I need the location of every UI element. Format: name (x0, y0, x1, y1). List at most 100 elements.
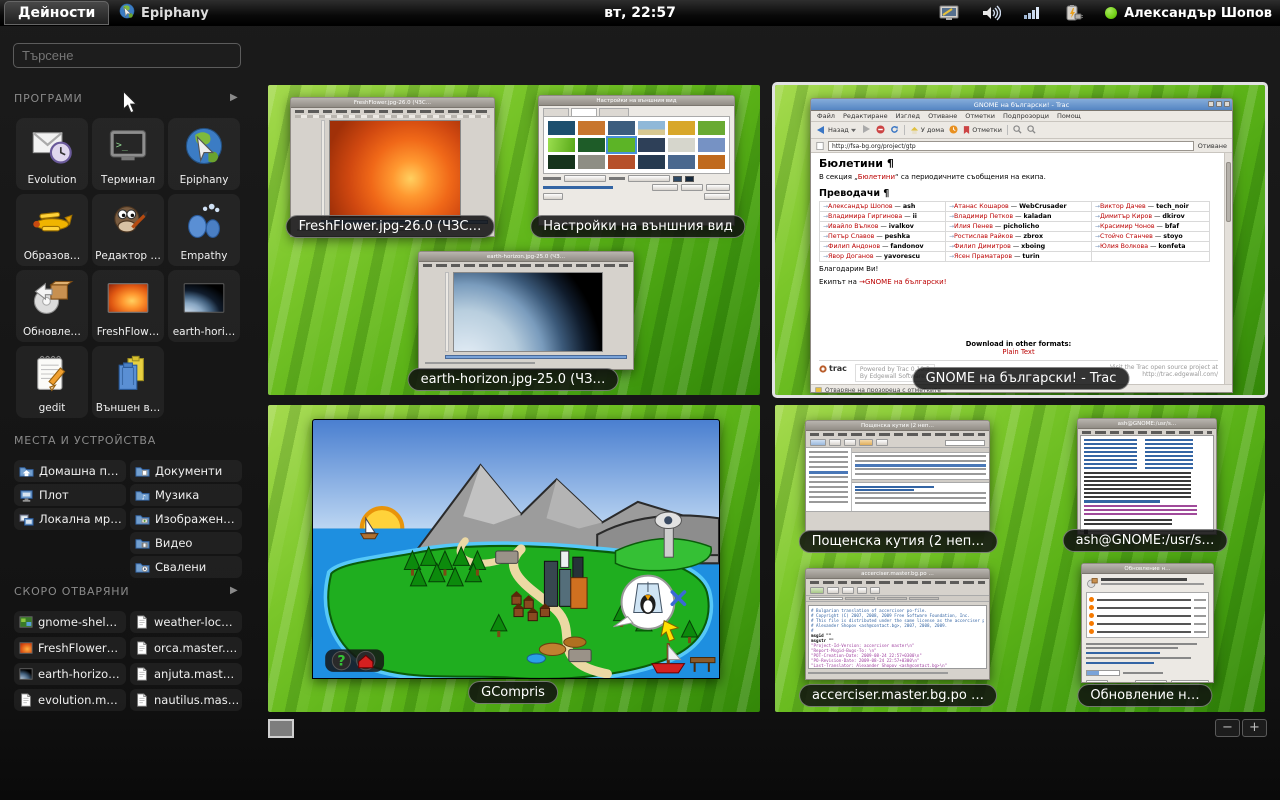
update-list[interactable] (1086, 592, 1209, 638)
window-label: earth-horizon.jpg-25.0 (ЧЗ… (408, 368, 619, 391)
workspace-4[interactable]: Пощенска кутия (2 неп… (775, 405, 1265, 712)
team-link: →GNOME на български! (859, 278, 946, 286)
place-item-desktop[interactable]: Плот (14, 484, 126, 506)
app-tile-gimp[interactable]: Редактор … (92, 194, 164, 266)
evolution-icon (16, 124, 88, 168)
forward-button[interactable] (861, 124, 871, 136)
back-button[interactable]: Назад (816, 125, 856, 135)
workspace-1[interactable]: FreshFlower.jpg-26.0 (ЧЗС… Настройки на … (268, 85, 760, 395)
app-tile-earth-horizon[interactable]: earth-hori… (168, 270, 240, 342)
link-and-buttons (539, 183, 734, 192)
battery-icon[interactable] (1063, 4, 1083, 22)
recent-item[interactable]: evolution.m… (14, 689, 126, 711)
terminal-content (1080, 435, 1214, 532)
place-item-videos[interactable]: Видео (130, 532, 242, 554)
recent-expand-icon[interactable]: ▶ (230, 585, 238, 596)
remove-workspace-button[interactable]: − (1215, 719, 1240, 737)
help-button[interactable]: ? (337, 654, 345, 670)
app-tile-updates[interactable]: Обновле… (16, 270, 88, 342)
title-bar: Обновление н… (1082, 564, 1213, 574)
window-update-manager[interactable]: Обновление н… (1081, 563, 1214, 683)
history-icon[interactable] (949, 125, 958, 136)
username: Александър Шопов (1124, 6, 1272, 21)
message-area (852, 448, 989, 511)
place-item-home[interactable]: Домашна п… (14, 460, 126, 482)
browser-toolbar: Назад У дома Отметки (811, 122, 1232, 139)
wallpaper-grid[interactable] (543, 116, 730, 174)
tab-strip[interactable] (806, 595, 989, 602)
window-gimp-earth[interactable]: earth-horizon.jpg-25.0 (ЧЗ… (418, 251, 634, 370)
window-label: FreshFlower.jpg-26.0 (ЧЗС… (286, 215, 495, 238)
window-label: GNOME на български! - Trac (913, 367, 1130, 390)
menu-bar (810, 433, 985, 436)
app-tile-gedit[interactable]: gedit (16, 346, 88, 418)
recent-item[interactable]: orca.master.… (130, 637, 242, 659)
help-button[interactable] (1086, 680, 1108, 683)
recent-item[interactable]: weather-loc… (130, 611, 242, 633)
reload-icon[interactable] (890, 125, 899, 136)
add-workspace-button[interactable]: + (1242, 719, 1267, 737)
image-thumbnail-icon (19, 667, 33, 681)
documents-folder-icon (135, 464, 150, 479)
workspace-indicator[interactable] (268, 719, 294, 738)
recent-item[interactable]: FreshFlower… (14, 637, 126, 659)
place-item-documents[interactable]: Документи (130, 460, 242, 482)
presence-status-icon (1105, 7, 1117, 19)
app-tile-empathy[interactable]: Empathy (168, 194, 240, 266)
folder-tree (806, 448, 852, 511)
app-tile-epiphany[interactable]: Epiphany (168, 118, 240, 190)
title-bar: Настройки на външния вид (539, 96, 734, 106)
zoom-out-icon[interactable] (1027, 125, 1036, 136)
stop-icon[interactable] (876, 125, 885, 136)
window-terminal[interactable]: ash@GNOME:/usr/s… (1077, 418, 1217, 535)
image-thumbnail-icon (19, 615, 33, 629)
place-item-network[interactable]: Локална мр… (14, 508, 126, 530)
recent-item[interactable]: gnome-shel… (14, 611, 126, 633)
search-input[interactable] (13, 43, 241, 68)
editor-content: # Bulgarian translation of accerciser po… (808, 605, 987, 669)
scrollbar[interactable] (1224, 153, 1232, 384)
scrollbar[interactable] (445, 355, 627, 359)
window-evolution-mail[interactable]: Пощенска кутия (2 неп… (805, 420, 990, 532)
display-icon[interactable] (939, 4, 959, 22)
updates-icon (1086, 577, 1098, 589)
place-item-music[interactable]: ♪ Музика (130, 484, 242, 506)
home-folder-icon (19, 464, 34, 479)
recent-item[interactable]: nautilus.mas… (130, 689, 242, 711)
volume-icon[interactable] (981, 4, 1001, 22)
gcompris-plane-icon (16, 200, 88, 244)
app-tile-evolution[interactable]: Evolution (16, 118, 88, 190)
recent-item[interactable]: earth-horizo… (14, 663, 126, 685)
page-heading: Бюлетини ¶ (819, 157, 1218, 170)
workspace-2-active[interactable]: GNOME на български! - Trac ФайлРедактира… (775, 85, 1265, 395)
app-tile-freshflower[interactable]: FreshFlow… (92, 270, 164, 342)
title-bar: FreshFlower.jpg-26.0 (ЧЗС… (291, 98, 494, 108)
zoom-in-icon[interactable] (1013, 125, 1022, 136)
programs-expand-icon[interactable]: ▶ (230, 92, 238, 103)
download-heading: Download in other formats: (819, 340, 1218, 348)
window-label: Пощенска кутия (2 неп… (799, 530, 998, 553)
status-bar (425, 362, 535, 367)
window-gedit[interactable]: accerciser.master.bg.po … # Bulgarian tr… (805, 568, 990, 680)
app-tile-terminal[interactable]: >_ Терминал (92, 118, 164, 190)
bookmarks-button[interactable]: Отметки (963, 126, 1002, 135)
window-gcompris[interactable]: ? (312, 419, 720, 679)
update-header (1082, 574, 1213, 592)
user-menu[interactable]: Александър Шопов (1105, 6, 1272, 21)
network-signal-icon[interactable] (1023, 4, 1041, 22)
menu-bar (1082, 431, 1212, 434)
place-item-pictures[interactable]: Изображен… (130, 508, 242, 530)
go-button[interactable]: Отиване (1198, 142, 1227, 150)
window-label: Настройки на външния вид (530, 215, 745, 238)
thanks-text: Благодарим Ви! (819, 265, 1218, 273)
app-tile-education[interactable]: Образов… (16, 194, 88, 266)
home-button[interactable]: У дома (910, 126, 944, 135)
title-bar: ash@GNOME:/usr/s… (1078, 419, 1216, 429)
window-appearance[interactable]: Настройки на външния вид (538, 95, 735, 226)
workspace-3[interactable]: ? GCompris (268, 405, 760, 712)
recent-item[interactable]: anjuta.mast… (130, 663, 242, 685)
url-input[interactable]: http://fsa-bg.org/project/gtp (828, 141, 1194, 151)
window-epiphany-trac[interactable]: GNOME на български! - Trac ФайлРедактира… (810, 98, 1233, 393)
app-tile-appearance[interactable]: Външен в… (92, 346, 164, 418)
place-item-downloads[interactable]: Свалени (130, 556, 242, 578)
